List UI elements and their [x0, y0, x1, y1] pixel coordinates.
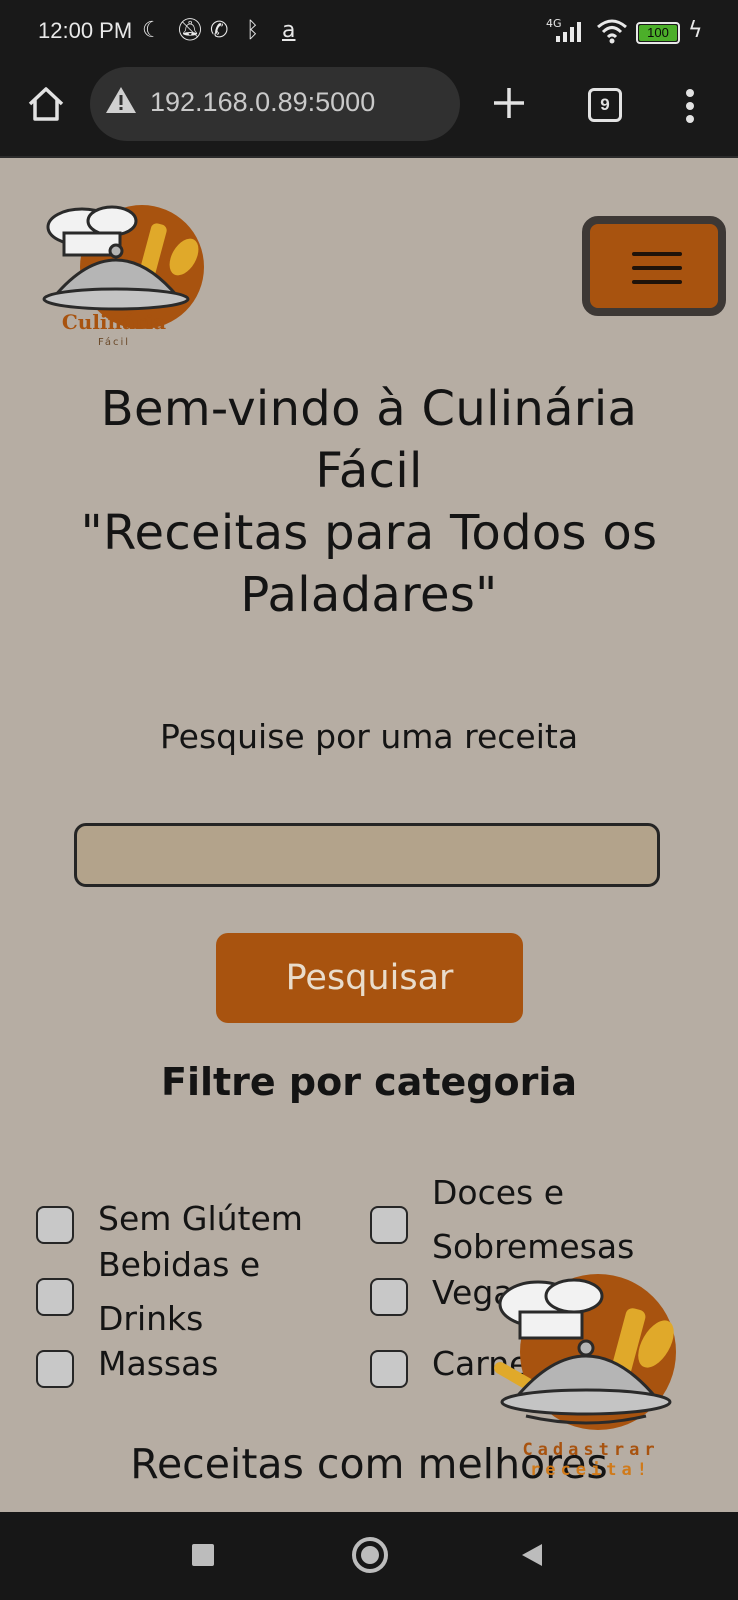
checkbox-carnes[interactable] — [370, 1350, 408, 1388]
category-label-bebidas-drinks: Bebidas e Drinks — [98, 1245, 261, 1338]
back-icon[interactable] — [520, 1542, 544, 1568]
fab-label[interactable]: Cadastrar receita! — [486, 1440, 696, 1480]
checkbox-massas[interactable] — [36, 1350, 74, 1388]
menu-toggle-button[interactable] — [582, 216, 726, 316]
search-button[interactable]: Pesquisar — [216, 933, 523, 1023]
home-nav-icon[interactable] — [352, 1537, 388, 1573]
title-line: Paladares" — [240, 567, 498, 623]
charging-icon: ϟ — [688, 18, 703, 43]
logo-subtext: Fácil — [98, 336, 130, 348]
moon-icon: ☾ — [142, 18, 162, 43]
plus-icon[interactable] — [490, 84, 528, 122]
url-text[interactable]: 192.168.0.89:5000 — [150, 87, 375, 118]
filter-title: Filtre por categoria — [160, 1060, 577, 1104]
site-logo[interactable]: Culinária Fácil — [24, 205, 210, 355]
checkbox-bebidas-drinks[interactable] — [36, 1278, 74, 1316]
checkbox-doces-sobremesas[interactable] — [370, 1206, 408, 1244]
home-icon[interactable] — [24, 82, 68, 126]
checkbox-sem-glutem[interactable] — [36, 1206, 74, 1244]
page-title: Bem-vindo à Culinária Fácil "Receitas pa… — [20, 378, 718, 626]
search-label: Pesquise por uma receita — [159, 717, 579, 756]
search-input[interactable] — [74, 823, 660, 887]
category-label-doces-sobremesas: Doces e Sobremesas — [432, 1173, 635, 1266]
address-bar[interactable]: 192.168.0.89:5000 — [90, 67, 460, 141]
recents-icon[interactable] — [192, 1544, 214, 1566]
bluetooth-icon: ᛒ — [246, 18, 260, 43]
title-line: "Receitas para Todos os — [80, 505, 658, 561]
status-bar: 12:00 PM ☾ 🔕︎ ✆ ᛒ a 4G 100 ϟ — [0, 0, 738, 64]
battery-icon: 100 — [636, 22, 680, 44]
title-line: Fácil — [315, 443, 423, 499]
logo-text: Culinária — [62, 310, 166, 334]
tab-count-button[interactable]: 9 — [588, 88, 622, 122]
mute-icon: 🔕︎ — [176, 18, 204, 43]
wifi-icon — [597, 19, 627, 44]
whatsapp-icon: ✆ — [210, 18, 229, 43]
menu-line — [632, 266, 682, 270]
more-vertical-icon[interactable] — [684, 88, 696, 124]
status-time: 12:00 PM — [38, 18, 133, 43]
chef-logo-icon — [494, 1274, 676, 1430]
menu-line — [632, 280, 682, 284]
amazon-icon: a — [282, 18, 296, 43]
checkbox-vegano[interactable] — [370, 1278, 408, 1316]
battery-level: 100 — [639, 25, 677, 41]
menu-line — [632, 252, 682, 256]
fab-label-line: receita! — [530, 1460, 652, 1480]
warning-icon[interactable] — [104, 85, 138, 115]
chef-logo-icon: Culinária Fácil — [42, 205, 204, 348]
android-nav-bar — [0, 1512, 738, 1600]
signal-icon — [556, 22, 581, 42]
title-line: Bem-vindo à Culinária — [100, 381, 638, 437]
browser-toolbar: 192.168.0.89:5000 9 — [0, 64, 738, 156]
divider — [0, 156, 738, 158]
fab-label-line: Cadastrar — [522, 1440, 660, 1460]
add-recipe-fab[interactable]: Cadastrar receita! — [486, 1274, 696, 1486]
category-label-massas: Massas — [98, 1344, 219, 1383]
